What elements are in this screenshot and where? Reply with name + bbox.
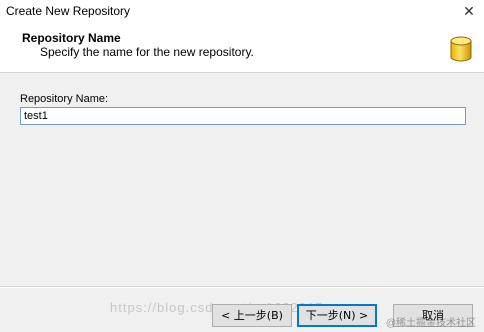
- window-title: Create New Repository: [6, 4, 131, 18]
- database-icon: [450, 36, 472, 62]
- header-title: Repository Name: [22, 31, 121, 45]
- footer-divider: [0, 286, 484, 288]
- wizard-header: Repository Name Specify the name for the…: [0, 24, 484, 73]
- wizard-window: Create New Repository ✕ Repository Name …: [0, 0, 484, 332]
- repository-name-label: Repository Name:: [20, 93, 109, 105]
- header-subtitle: Specify the name for the new repository.: [40, 45, 254, 59]
- cancel-button[interactable]: 取消: [393, 304, 473, 327]
- next-button[interactable]: 下一步(N) >: [297, 304, 377, 327]
- title-bar: Create New Repository ✕: [0, 0, 484, 24]
- repository-name-input[interactable]: [20, 107, 466, 125]
- wizard-content: Repository Name:: [0, 73, 484, 285]
- close-button[interactable]: ✕: [454, 0, 484, 24]
- back-button[interactable]: < 上一步(B): [212, 304, 292, 327]
